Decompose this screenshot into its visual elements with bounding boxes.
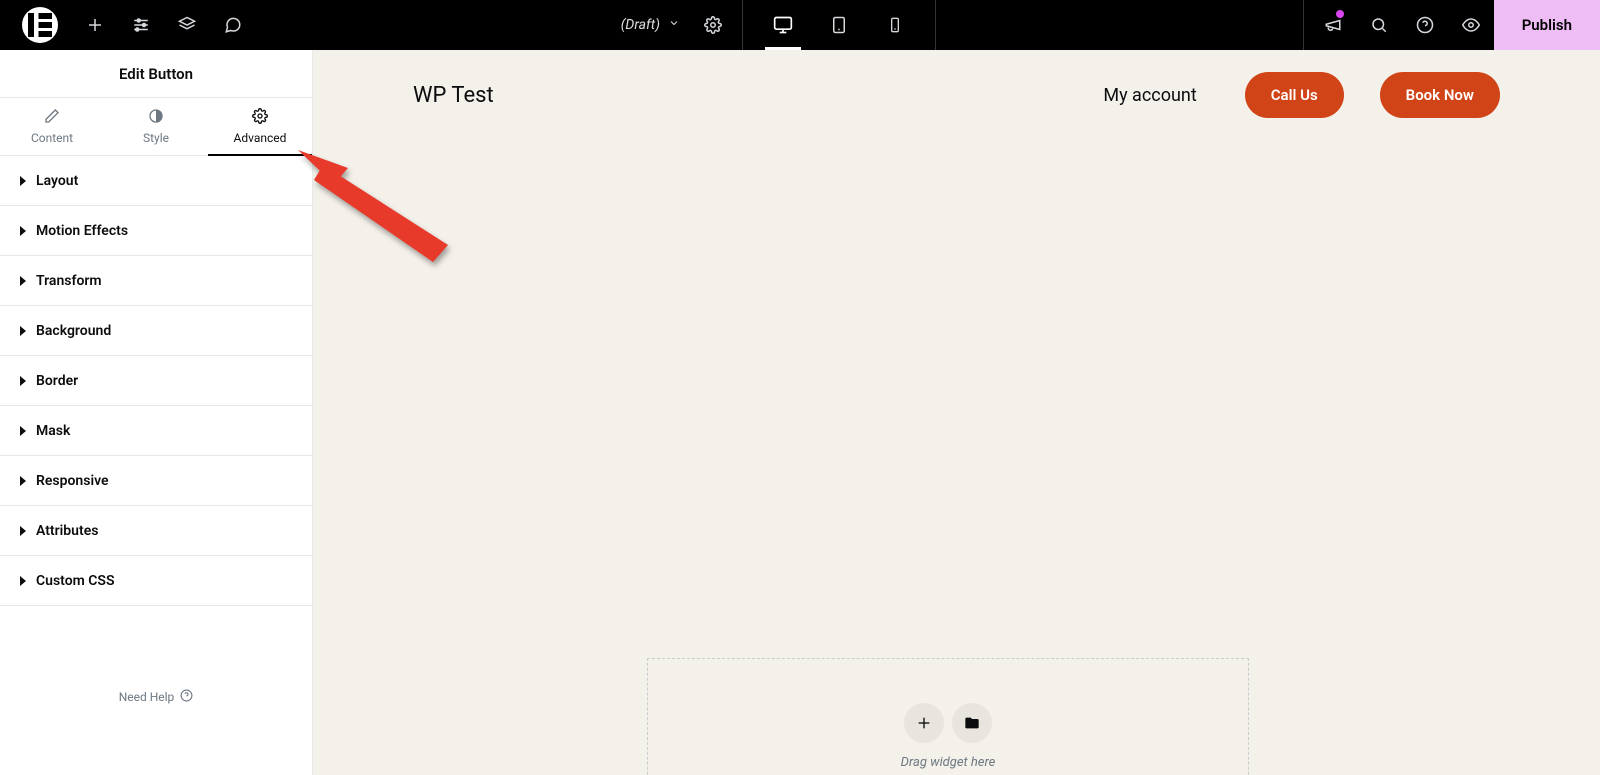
- separator: [742, 0, 743, 50]
- separator: [1303, 0, 1304, 50]
- top-bar-left: [0, 0, 256, 50]
- publish-button-label: Publish: [1522, 16, 1572, 34]
- elementor-logo-icon[interactable]: [22, 7, 58, 43]
- top-bar-right: Publish: [1297, 0, 1600, 50]
- section-label: Layout: [36, 173, 78, 189]
- need-help-link[interactable]: Need Help: [0, 649, 312, 775]
- add-template-button[interactable]: [952, 703, 992, 743]
- chevron-down-icon: [668, 17, 680, 33]
- caret-right-icon: [20, 276, 26, 286]
- device-desktop-button[interactable]: [755, 0, 811, 50]
- section-label: Custom CSS: [36, 573, 115, 589]
- section-background[interactable]: Background: [0, 306, 312, 356]
- section-transform[interactable]: Transform: [0, 256, 312, 306]
- tab-content[interactable]: Content: [0, 98, 104, 155]
- help-circle-icon: [180, 689, 193, 705]
- page-settings-button[interactable]: [690, 0, 736, 50]
- notification-dot-icon: [1336, 10, 1344, 18]
- site-title: WP Test: [413, 83, 494, 108]
- panel-title: Edit Button: [0, 50, 312, 98]
- section-responsive[interactable]: Responsive: [0, 456, 312, 506]
- site-header: WP Test My account Call Us Book Now: [313, 50, 1600, 148]
- add-element-button[interactable]: [72, 0, 118, 50]
- section-attributes[interactable]: Attributes: [0, 506, 312, 556]
- finder-search-button[interactable]: [1356, 0, 1402, 50]
- help-button[interactable]: [1402, 0, 1448, 50]
- section-layout[interactable]: Layout: [0, 156, 312, 206]
- whats-new-button[interactable]: [1310, 0, 1356, 50]
- section-label: Mask: [36, 423, 70, 439]
- top-bar-center: (Draft): [256, 0, 1297, 50]
- section-motion-effects[interactable]: Motion Effects: [0, 206, 312, 256]
- top-bar: (Draft): [0, 0, 1600, 50]
- caret-right-icon: [20, 226, 26, 236]
- pencil-icon: [44, 108, 60, 127]
- tab-advanced[interactable]: Advanced: [208, 98, 312, 155]
- add-widget-button[interactable]: [904, 703, 944, 743]
- caret-right-icon: [20, 376, 26, 386]
- call-us-button[interactable]: Call Us: [1245, 72, 1344, 118]
- responsive-device-switcher: [755, 0, 923, 50]
- document-status-label: (Draft): [621, 17, 660, 33]
- editor-panel: Edit Button Content Style Advanced Layou…: [0, 50, 313, 775]
- tab-label: Content: [31, 131, 73, 145]
- section-label: Border: [36, 373, 78, 389]
- publish-button[interactable]: Publish: [1494, 0, 1600, 50]
- notes-button[interactable]: [210, 0, 256, 50]
- section-mask[interactable]: Mask: [0, 406, 312, 456]
- separator: [935, 0, 936, 50]
- tab-style[interactable]: Style: [104, 98, 208, 155]
- caret-right-icon: [20, 426, 26, 436]
- section-label: Transform: [36, 273, 102, 289]
- contrast-icon: [148, 108, 164, 127]
- device-mobile-button[interactable]: [867, 0, 923, 50]
- caret-right-icon: [20, 576, 26, 586]
- panel-tabs: Content Style Advanced: [0, 98, 312, 156]
- device-tablet-button[interactable]: [811, 0, 867, 50]
- dropzone-hint: Drag widget here: [901, 755, 996, 770]
- caret-right-icon: [20, 476, 26, 486]
- panel-sections: Layout Motion Effects Transform Backgrou…: [0, 156, 312, 606]
- section-border[interactable]: Border: [0, 356, 312, 406]
- structure-button[interactable]: [164, 0, 210, 50]
- tab-label: Advanced: [234, 131, 287, 145]
- gear-icon: [252, 108, 268, 127]
- section-label: Motion Effects: [36, 223, 128, 239]
- tab-label: Style: [143, 131, 169, 145]
- book-now-button[interactable]: Book Now: [1380, 72, 1500, 118]
- section-label: Responsive: [36, 473, 109, 489]
- document-status-dropdown[interactable]: (Draft): [611, 17, 690, 33]
- caret-right-icon: [20, 526, 26, 536]
- caret-right-icon: [20, 326, 26, 336]
- section-label: Background: [36, 323, 111, 339]
- need-help-label: Need Help: [119, 690, 175, 704]
- preview-canvas: WP Test My account Call Us Book Now Drag…: [313, 50, 1600, 775]
- preview-button[interactable]: [1448, 0, 1494, 50]
- empty-section-dropzone[interactable]: Drag widget here: [647, 658, 1249, 775]
- site-settings-button[interactable]: [118, 0, 164, 50]
- nav-my-account[interactable]: My account: [1103, 85, 1196, 106]
- dropzone-actions: [904, 703, 992, 743]
- section-custom-css[interactable]: Custom CSS: [0, 556, 312, 606]
- section-label: Attributes: [36, 523, 98, 539]
- caret-right-icon: [20, 176, 26, 186]
